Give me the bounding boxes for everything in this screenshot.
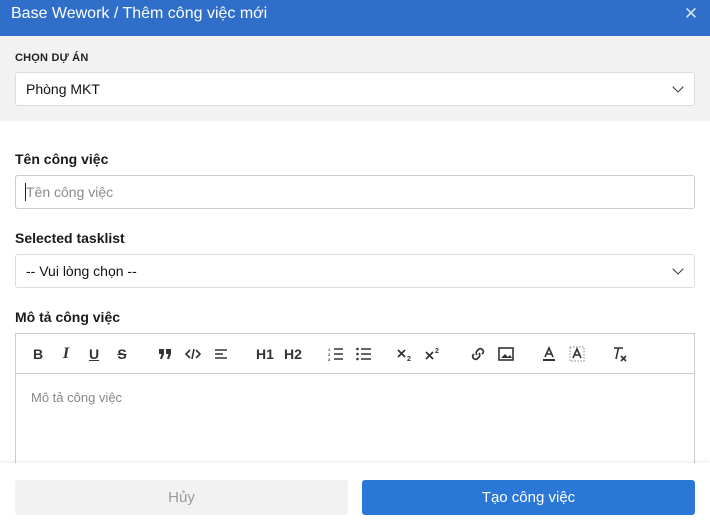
tasklist-select[interactable]: -- Vui lòng chọn --	[15, 254, 695, 288]
heading2-icon: H2	[284, 346, 302, 362]
background-color-button[interactable]	[566, 344, 588, 364]
chevron-down-icon	[672, 263, 684, 275]
editor-body[interactable]: Mô tả công việc	[16, 375, 694, 474]
dialog-header: Base Wework / Thêm công việc mới ✕	[0, 0, 710, 36]
description-editor: B I U S H1 H2 123 2 2 Mô tả công việc	[15, 333, 695, 473]
code-button[interactable]	[182, 344, 204, 364]
text-color-icon	[543, 346, 555, 361]
heading2-button[interactable]: H2	[281, 344, 305, 364]
align-button[interactable]	[210, 344, 232, 364]
bullet-list-button[interactable]	[353, 344, 375, 364]
strikethrough-button[interactable]: S	[111, 344, 133, 364]
svg-text:2: 2	[435, 348, 439, 355]
clear-format-icon	[614, 347, 627, 362]
project-section: CHỌN DỰ ÁN Phòng MKT	[0, 36, 710, 121]
editor-toolbar: B I U S H1 H2 123 2 2	[16, 334, 694, 374]
bold-icon: B	[32, 346, 44, 362]
link-icon	[471, 347, 485, 361]
create-task-button[interactable]: Tạo công việc	[362, 480, 695, 515]
bold-button[interactable]: B	[27, 344, 49, 364]
description-label: Mô tả công việc	[15, 309, 121, 325]
ordered-list-icon: 123	[328, 347, 343, 361]
background-color-icon	[569, 346, 585, 362]
blockquote-button[interactable]	[154, 344, 176, 364]
image-button[interactable]	[495, 344, 517, 364]
heading1-button[interactable]: H1	[253, 344, 277, 364]
task-name-input[interactable]	[15, 175, 695, 209]
strikethrough-icon: S	[117, 346, 127, 362]
bullet-list-icon	[356, 347, 371, 361]
italic-button[interactable]: I	[55, 344, 77, 364]
dialog-title: Base Wework / Thêm công việc mới	[11, 5, 268, 22]
align-icon	[215, 349, 227, 359]
project-label: CHỌN DỰ ÁN	[15, 52, 89, 64]
cancel-button[interactable]: Hủy	[15, 480, 348, 515]
clear-format-button[interactable]	[609, 344, 631, 364]
close-icon[interactable]: ✕	[682, 5, 700, 23]
subscript-icon: 2	[397, 349, 411, 361]
superscript-icon: 2	[425, 348, 439, 360]
underline-button[interactable]: U	[83, 344, 105, 364]
subscript-button[interactable]: 2	[395, 344, 417, 364]
svg-text:3: 3	[328, 357, 331, 361]
task-name-label: Tên công việc	[15, 151, 109, 167]
superscript-button[interactable]: 2	[423, 344, 445, 364]
chevron-down-icon	[672, 81, 684, 93]
image-icon	[498, 347, 514, 361]
tasklist-label: Selected tasklist	[15, 230, 125, 246]
heading1-icon: H1	[256, 346, 274, 362]
code-icon	[185, 348, 201, 360]
ordered-list-button[interactable]: 123	[325, 344, 347, 364]
dialog-footer: Hủy Tạo công việc	[0, 463, 710, 525]
svg-text:2: 2	[407, 356, 411, 361]
editor-placeholder: Mô tả công việc	[31, 390, 123, 405]
quote-icon	[159, 349, 171, 359]
tasklist-select-value: -- Vui lòng chọn --	[26, 263, 137, 279]
project-select[interactable]: Phòng MKT	[15, 72, 695, 106]
text-caret	[25, 183, 26, 201]
italic-icon: I	[62, 345, 70, 362]
text-color-button[interactable]	[538, 344, 560, 364]
project-select-value: Phòng MKT	[26, 81, 100, 97]
underline-icon: U	[88, 346, 100, 362]
link-button[interactable]	[467, 344, 489, 364]
